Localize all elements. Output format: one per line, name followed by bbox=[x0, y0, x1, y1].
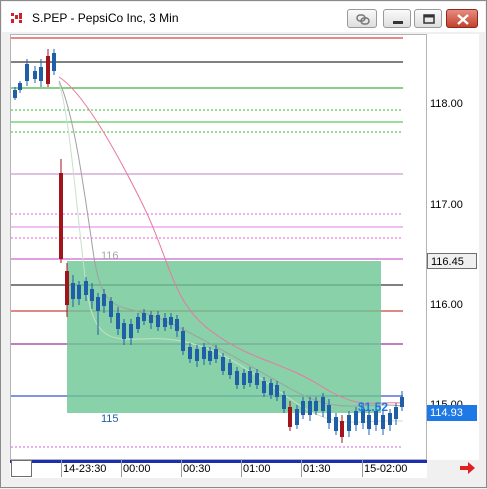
time-label: 14-23:30 bbox=[63, 463, 107, 475]
chart-corner-box[interactable] bbox=[11, 460, 32, 477]
price-label: 116.00 bbox=[430, 299, 463, 311]
time-tick bbox=[241, 460, 242, 477]
time-tick bbox=[121, 460, 122, 477]
time-tick bbox=[301, 460, 302, 477]
zone-upper-label: 116 bbox=[101, 250, 119, 262]
time-label: 01:00 bbox=[243, 463, 271, 475]
price-label: 118.00 bbox=[430, 98, 463, 110]
scroll-right-arrow-icon[interactable] bbox=[459, 460, 477, 476]
price-label: 117.00 bbox=[430, 199, 463, 211]
last-price-tag: 114.93 bbox=[427, 405, 477, 421]
current-price-tag: 116.45 bbox=[427, 253, 477, 269]
time-label: 15-02:00 bbox=[364, 463, 408, 475]
time-tick bbox=[362, 460, 363, 477]
chart-plot[interactable] bbox=[1, 1, 487, 489]
time-label: 01:30 bbox=[303, 463, 331, 475]
time-label: 00:00 bbox=[123, 463, 151, 475]
time-tick bbox=[181, 460, 182, 477]
time-label: 00:30 bbox=[183, 463, 211, 475]
chart-window: S.PEP - PepsiCo Inc, 3 Min 116 115 $1.52… bbox=[0, 0, 487, 488]
zone-lower-label: 115 bbox=[101, 413, 119, 425]
time-tick bbox=[61, 460, 62, 477]
pnl-label: $1.52 bbox=[358, 400, 389, 414]
